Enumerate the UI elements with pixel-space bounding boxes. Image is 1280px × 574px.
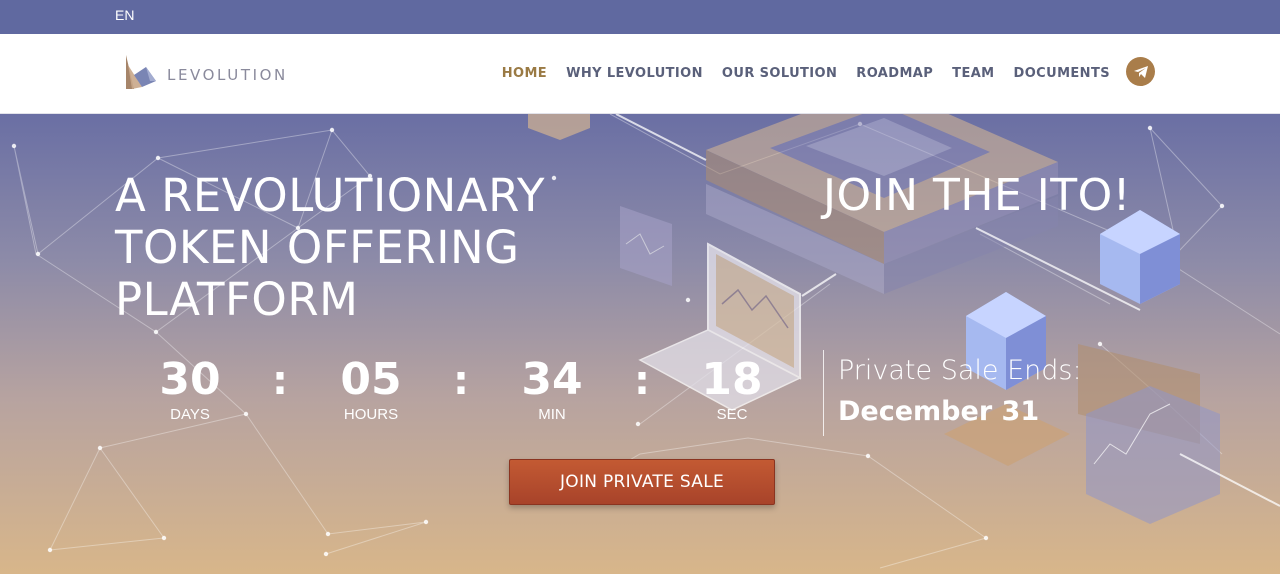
hero: A REVOLUTIONARY TOKEN OFFERING PLATFORM … [0,114,1280,574]
nav-our-solution[interactable]: OUR SOLUTION [722,66,837,81]
countdown-hours: 05 HOURS [311,354,431,424]
countdown-days: 30 DAYS [130,354,250,424]
countdown-separator: : [453,358,469,404]
header: LEVOLUTION HOME WHY LEVOLUTION OUR SOLUT… [0,34,1280,114]
headline-line-2: TOKEN OFFERING [115,221,520,274]
headline-line-1: A REVOLUTIONARY [115,169,545,222]
nav-why-levolution[interactable]: WHY LEVOLUTION [566,66,703,81]
main-nav: HOME WHY LEVOLUTION OUR SOLUTION ROADMAP… [502,66,1110,81]
countdown-separator: : [272,358,288,404]
join-private-sale-button[interactable]: JOIN PRIVATE SALE [509,459,775,505]
top-bar: EN [0,0,1280,34]
countdown-hours-label: HOURS [343,406,399,423]
countdown-min-value: 34 [521,354,583,405]
countdown-minutes: 34 MIN [492,354,612,424]
countdown-min-label: MIN [538,406,566,423]
countdown-divider [823,350,824,436]
countdown-days-value: 30 [159,354,221,405]
countdown-sec-value: 18 [701,354,763,405]
nav-team[interactable]: TEAM [952,66,994,81]
countdown-days-label: DAYS [170,406,210,423]
telegram-icon [1133,65,1148,78]
headline-line-3: PLATFORM [115,273,359,326]
nav-home[interactable]: HOME [502,66,547,81]
logo-icon [126,55,156,89]
logo-text: LEVOLUTION [167,66,288,84]
telegram-button[interactable] [1126,57,1155,86]
countdown-timer: 30 DAYS : 05 HOURS : 34 MIN : 18 SEC [130,354,790,434]
countdown-sec-label: SEC [716,406,748,423]
nav-documents[interactable]: DOCUMENTS [1014,66,1110,81]
sale-ends-label: Private Sale Ends: [838,355,1082,386]
countdown-hours-value: 05 [340,354,402,405]
sale-ends-date: December 31 [838,396,1040,427]
language-selector[interactable]: EN [115,7,134,23]
join-ito-title: JOIN THE ITO! [823,170,1131,221]
countdown-separator: : [634,358,650,404]
nav-roadmap[interactable]: ROADMAP [856,66,933,81]
hero-headline: A REVOLUTIONARY TOKEN OFFERING PLATFORM [115,170,545,326]
logo[interactable]: LEVOLUTION [122,53,302,93]
countdown-seconds: 18 SEC [672,354,792,424]
